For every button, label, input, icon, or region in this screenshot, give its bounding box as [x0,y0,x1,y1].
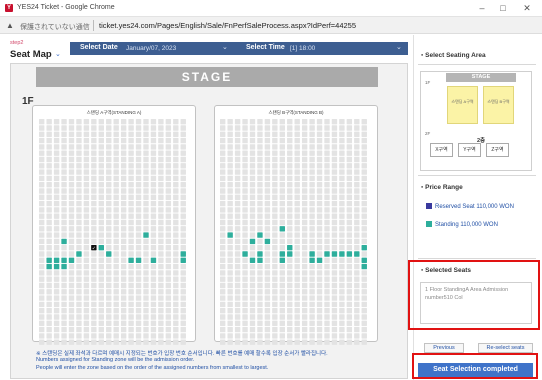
minimap-tier-z[interactable]: Z구역 [486,143,509,157]
address-separator [93,20,94,31]
step-indicator: step2 [10,40,24,46]
reserved-swatch [426,203,432,209]
minimap-2f-label: 2F [425,131,431,136]
not-secure-label[interactable]: 保護されていない通信 [20,22,90,32]
select-time-label: Select Time [246,44,285,51]
minimap-balcony-label: 2층 [476,138,486,144]
complete-button-highlight [412,353,538,379]
standing-b-label: 스탠딩 B구역(STANDING B) [268,110,324,115]
price-range-title: Price Range [421,184,463,191]
minimap-tier-y[interactable]: Y구역 [458,143,481,157]
minimap-1f-label: 1F [425,80,431,85]
not-secure-warning-icon[interactable]: ▲ [6,21,14,30]
date-chevron-down-icon[interactable]: ⌄ [222,43,228,51]
select-seating-area-title: Select Seating Area [421,52,485,59]
minimap-zone-b[interactable]: 스탠딩 B구역 [483,86,514,124]
window-title-bar: Y YES24 Ticket - Google Chrome – □ ✕ [0,0,542,17]
standing-b-block [214,105,378,342]
price-standing-row: Standing 110,000 WON [426,221,498,228]
url-text[interactable]: ticket.yes24.com/Pages/English/Sale/FnPe… [99,21,356,30]
minimap-zone-a[interactable]: 스탠딩 A구역 [447,86,478,124]
minimap-stage: STAGE [446,73,516,82]
select-time-dropdown[interactable]: [1] 18:00 [290,44,315,53]
standing-a-block [32,105,196,342]
date-time-select-bar: Select Date January/07, 2023 ⌄ Select Ti… [70,42,408,55]
price-reserved-label: Reserved Seat 110,000 WON [435,204,514,210]
reselect-seats-button[interactable]: Re-select seats [478,343,533,353]
minimize-button[interactable]: – [473,2,491,14]
standing-a-label: 스탠딩 A구역(STANDING A) [86,110,142,115]
close-window-button[interactable]: ✕ [518,2,536,14]
standing-note-korean: ※ 스탠딩은 실제 좌석과 다르며 예매시 지정되는 번호가 입장 번호 순서입… [36,351,328,357]
previous-button[interactable]: Previous [424,343,464,353]
page-title: Seat Map [10,49,52,60]
window-title: YES24 Ticket - Google Chrome [17,4,115,11]
standing-swatch [426,221,432,227]
chevron-down-icon[interactable]: ⌄ [55,50,61,58]
divider [418,64,536,65]
select-date-label: Select Date [80,44,118,51]
selected-seats-highlight [408,260,540,330]
maximize-button[interactable]: □ [494,2,512,14]
standing-note-en-1: Numbers assigned for Standing zone will … [36,357,195,363]
price-reserved-row: Reserved Seat 110,000 WON [426,203,514,210]
time-chevron-down-icon[interactable]: ⌄ [396,43,402,51]
divider [418,175,536,176]
divider [418,258,536,259]
select-date-dropdown[interactable]: January/07, 2023 [126,44,176,53]
standing-note-en-2: People will enter the zone based on the … [36,365,269,371]
yes24-logo-icon: Y [5,4,13,12]
minimap-tier-x[interactable]: X구역 [430,143,453,157]
price-standing-label: Standing 110,000 WON [435,222,498,228]
address-bar[interactable]: ▲ 保護されていない通信 ticket.yes24.com/Pages/Engl… [0,17,542,34]
stage-banner: STAGE [36,67,378,87]
